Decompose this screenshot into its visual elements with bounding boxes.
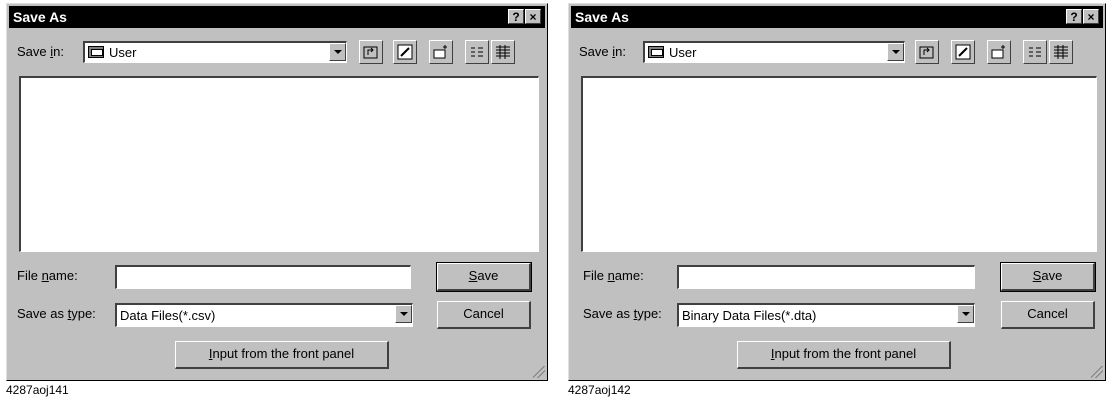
help-button[interactable]: ? <box>1066 9 1082 24</box>
new-folder-icon <box>991 45 1005 59</box>
chevron-down-icon[interactable] <box>395 305 412 323</box>
new-folder-button[interactable] <box>429 40 453 64</box>
save-in-dropdown[interactable]: User <box>83 41 347 63</box>
input-front-panel-button[interactable]: Input from the front panel <box>737 341 951 369</box>
save-as-dialog-csv: Save As ? × Save in: User File name: Sav… <box>6 3 548 381</box>
dialog-title: Save As <box>575 9 629 25</box>
help-button[interactable]: ? <box>508 9 524 24</box>
up-one-level-button[interactable] <box>915 40 939 64</box>
desktop-icon <box>955 44 971 60</box>
list-view-icon <box>1029 47 1041 57</box>
up-one-level-icon <box>363 46 378 59</box>
close-button[interactable]: × <box>1083 9 1099 24</box>
save-in-dropdown[interactable]: User <box>643 41 905 63</box>
title-bar[interactable]: Save As ? × <box>9 6 545 28</box>
input-front-panel-button[interactable]: Input from the front panel <box>175 341 389 369</box>
details-view-icon <box>1054 45 1068 59</box>
save-in-value: User <box>109 45 137 60</box>
details-view-button[interactable] <box>1049 40 1073 64</box>
chevron-down-icon[interactable] <box>887 43 904 61</box>
desktop-button[interactable] <box>393 40 417 64</box>
close-button[interactable]: × <box>525 9 541 24</box>
file-list[interactable] <box>19 76 539 252</box>
user-folder-icon <box>88 46 104 58</box>
save-as-dialog-dta: Save As ? × Save in: User File name: Sav… <box>568 3 1106 381</box>
file-list[interactable] <box>581 76 1097 252</box>
save-button[interactable]: Save <box>436 262 532 292</box>
save-button[interactable]: Save <box>1000 262 1096 292</box>
file-name-field[interactable] <box>115 265 411 289</box>
file-name-field[interactable] <box>677 265 975 289</box>
new-folder-button[interactable] <box>987 40 1011 64</box>
save-as-type-value: Binary Data Files(*.dta) <box>682 308 817 323</box>
save-as-type-label: Save as type: <box>17 306 96 321</box>
save-as-type-value: Data Files(*.csv) <box>120 308 216 323</box>
save-in-value: User <box>669 45 697 60</box>
save-in-label: Save in: <box>17 44 64 59</box>
figure-caption: 4287aoj142 <box>568 383 631 397</box>
resize-grip[interactable] <box>533 366 545 378</box>
save-in-label: Save in: <box>579 44 626 59</box>
up-one-level-button[interactable] <box>359 40 383 64</box>
list-view-button[interactable] <box>1023 40 1047 64</box>
cancel-button[interactable]: Cancel <box>1001 301 1095 329</box>
file-name-label: File name: <box>17 268 78 283</box>
figure-caption: 4287aoj141 <box>6 383 69 397</box>
desktop-button[interactable] <box>951 40 975 64</box>
list-view-icon <box>471 47 483 57</box>
up-one-level-icon <box>919 46 934 59</box>
save-as-type-dropdown[interactable]: Data Files(*.csv) <box>115 303 413 327</box>
save-as-type-label: Save as type: <box>583 306 662 321</box>
user-folder-icon <box>648 46 664 58</box>
details-view-button[interactable] <box>491 40 515 64</box>
desktop-icon <box>397 44 413 60</box>
dialog-title: Save As <box>13 9 67 25</box>
details-view-icon <box>496 45 510 59</box>
new-folder-icon <box>433 45 447 59</box>
list-view-button[interactable] <box>465 40 489 64</box>
chevron-down-icon[interactable] <box>329 43 346 61</box>
chevron-down-icon[interactable] <box>957 305 974 323</box>
title-bar[interactable]: Save As ? × <box>571 6 1103 28</box>
save-as-type-dropdown[interactable]: Binary Data Files(*.dta) <box>677 303 975 327</box>
resize-grip[interactable] <box>1091 366 1103 378</box>
cancel-button[interactable]: Cancel <box>437 301 531 329</box>
file-name-label: File name: <box>583 268 644 283</box>
